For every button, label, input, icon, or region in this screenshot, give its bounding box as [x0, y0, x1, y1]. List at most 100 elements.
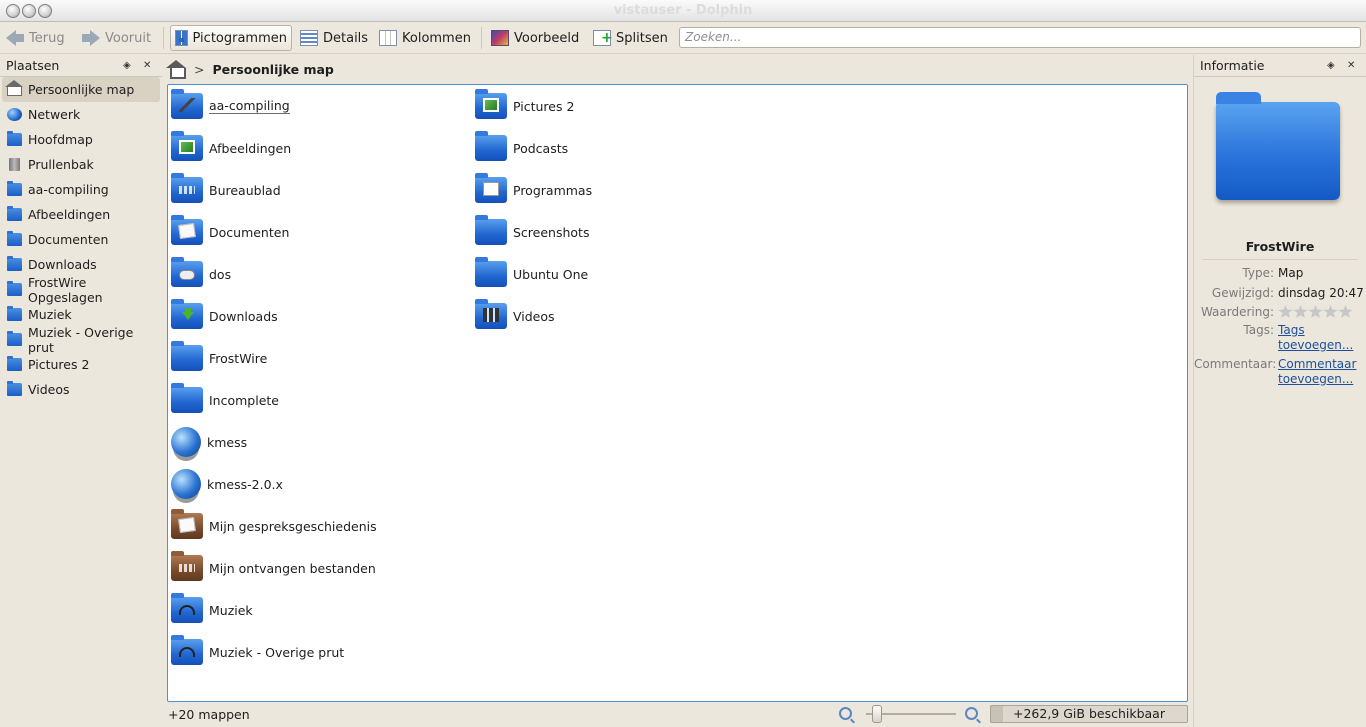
zoom-in-icon[interactable] — [965, 707, 978, 720]
desk-emblem-icon — [179, 186, 195, 194]
sidebar-item[interactable]: Videos — [0, 377, 162, 402]
folder-item[interactable]: dos — [171, 256, 231, 292]
folder-name: Videos — [513, 308, 555, 324]
columns-view-button[interactable]: Kolommen — [375, 25, 475, 51]
sidebar-item[interactable]: Downloads — [0, 252, 162, 277]
folder-item[interactable]: Muziek - Overige prut — [171, 634, 344, 670]
divider — [1202, 259, 1358, 260]
star-icon[interactable] — [1323, 305, 1338, 318]
folder-icon — [475, 173, 507, 203]
file-view[interactable]: aa-compiling Afbeeldingen Bureaublad Docume… — [167, 84, 1188, 702]
folder-item[interactable]: Documenten — [171, 214, 289, 250]
folder-icon — [7, 256, 22, 271]
details-view-button[interactable]: Details — [296, 25, 372, 51]
icons-view-label: Pictogrammen — [192, 30, 288, 46]
tool-emblem-icon — [179, 98, 195, 112]
add-comment-link[interactable]: Commentaar toevoegen... — [1278, 357, 1366, 387]
folder-item[interactable]: aa-compiling — [171, 88, 290, 124]
folder-icon — [171, 635, 203, 665]
folder-item[interactable]: Programmas — [475, 172, 592, 208]
folder-item[interactable]: Podcasts — [475, 130, 568, 166]
sidebar-item[interactable]: Muziek — [0, 302, 162, 327]
zoom-slider-handle[interactable] — [872, 705, 882, 723]
zoom-out-icon[interactable] — [839, 707, 852, 720]
folder-item[interactable]: Afbeeldingen — [171, 130, 291, 166]
sidebar-item[interactable]: Afbeeldingen — [0, 202, 162, 227]
folder-item[interactable]: kmess — [171, 424, 247, 460]
star-icon[interactable] — [1293, 305, 1308, 318]
sidebar-item-label: aa-compiling — [28, 182, 109, 197]
folder-icon — [171, 131, 203, 161]
split-label: Splitsen — [616, 30, 668, 46]
sidebar-item[interactable]: Muziek - Overige prut — [0, 325, 162, 355]
folder-item[interactable]: Downloads — [171, 298, 278, 334]
close-panel-icon[interactable]: ✕ — [143, 60, 151, 71]
info-item-name: FrostWire — [1245, 239, 1315, 254]
folder-item[interactable]: Videos — [475, 298, 555, 334]
sidebar-item-label: Hoofdmap — [28, 132, 93, 147]
folder-icon — [7, 231, 22, 246]
sidebar-item-label: Prullenbak — [28, 157, 94, 172]
preview-icon — [491, 30, 509, 46]
folder-icon — [475, 299, 507, 329]
folder-name: Documenten — [209, 224, 290, 240]
folder-icon — [171, 593, 203, 623]
folder-item[interactable]: kmess-2.0.x — [171, 466, 283, 502]
folder-name: kmess — [207, 434, 248, 450]
icons-view-button[interactable]: Pictogrammen — [170, 25, 292, 51]
search-input[interactable]: Zoeken... — [679, 27, 1361, 48]
folder-icon — [171, 509, 203, 539]
columns-view-label: Kolommen — [402, 30, 471, 46]
sidebar-item[interactable]: aa-compiling — [0, 177, 162, 202]
sidebar-item[interactable]: Prullenbak — [0, 152, 162, 177]
img-emblem-icon — [483, 98, 499, 112]
music-emblem-icon — [179, 605, 195, 615]
breadcrumb-current[interactable]: Persoonlijke map — [212, 62, 333, 77]
type-label: Type: — [1242, 266, 1274, 280]
folder-item[interactable]: Muziek — [171, 592, 253, 628]
sidebar-item[interactable]: FrostWire Opgeslagen — [0, 275, 162, 305]
folder-name: Mijn ontvangen bestanden — [209, 560, 376, 576]
places-title: Plaatsen — [6, 58, 60, 73]
sidebar-item[interactable]: Pictures 2 — [0, 352, 162, 377]
rating-stars[interactable] — [1278, 305, 1366, 319]
add-tags-link[interactable]: Tags toevoegen... — [1278, 323, 1366, 353]
folder-icon — [171, 341, 203, 371]
folder-item[interactable]: FrostWire — [171, 340, 267, 376]
folder-item[interactable]: Pictures 2 — [475, 88, 574, 124]
desk-emblem-icon — [179, 564, 195, 572]
back-button[interactable]: Terug — [2, 25, 69, 51]
app-emblem-icon — [483, 182, 499, 196]
star-icon[interactable] — [1338, 305, 1353, 318]
info-modified-row: Gewijzigd: dinsdag 20:47 — [1194, 286, 1366, 301]
folder-item[interactable]: Mijn ontvangen bestanden — [171, 550, 376, 586]
folder-item[interactable]: Mijn gespreksgeschiedenis — [171, 508, 377, 544]
sidebar-item[interactable]: Documenten — [0, 227, 162, 252]
forward-button[interactable]: Vooruit — [78, 25, 155, 51]
folder-item[interactable]: Bureaublad — [171, 172, 281, 208]
sidebar-item-label: Downloads — [28, 257, 97, 272]
folder-item[interactable]: Ubuntu One — [475, 256, 588, 292]
folder-item[interactable]: Screenshots — [475, 214, 589, 250]
folder-icon — [171, 383, 203, 413]
folder-icon — [171, 89, 203, 119]
info-comment-row: Commentaar: Commentaar toevoegen... — [1194, 357, 1366, 387]
float-panel-icon[interactable]: ◈ — [1327, 60, 1335, 71]
sidebar-item[interactable]: Hoofdmap — [0, 127, 162, 152]
folder-icon — [7, 356, 22, 371]
folder-item[interactable]: Incomplete — [171, 382, 279, 418]
home-icon[interactable] — [166, 59, 186, 79]
star-icon[interactable] — [1308, 305, 1323, 318]
folder-name: Bureaublad — [209, 182, 281, 198]
sidebar-item[interactable]: Netwerk — [0, 102, 162, 127]
folder-name: Programmas — [513, 182, 593, 198]
folder-name: Incomplete — [209, 392, 279, 408]
folder-icon — [7, 181, 22, 196]
preview-button[interactable]: Voorbeeld — [487, 25, 583, 51]
star-icon[interactable] — [1278, 305, 1293, 318]
trash-icon — [9, 158, 20, 171]
sidebar-item[interactable]: Persoonlijke map — [2, 77, 160, 102]
split-button[interactable]: Splitsen — [589, 25, 672, 51]
float-panel-icon[interactable]: ◈ — [123, 60, 131, 71]
close-panel-icon[interactable]: ✕ — [1347, 60, 1355, 71]
